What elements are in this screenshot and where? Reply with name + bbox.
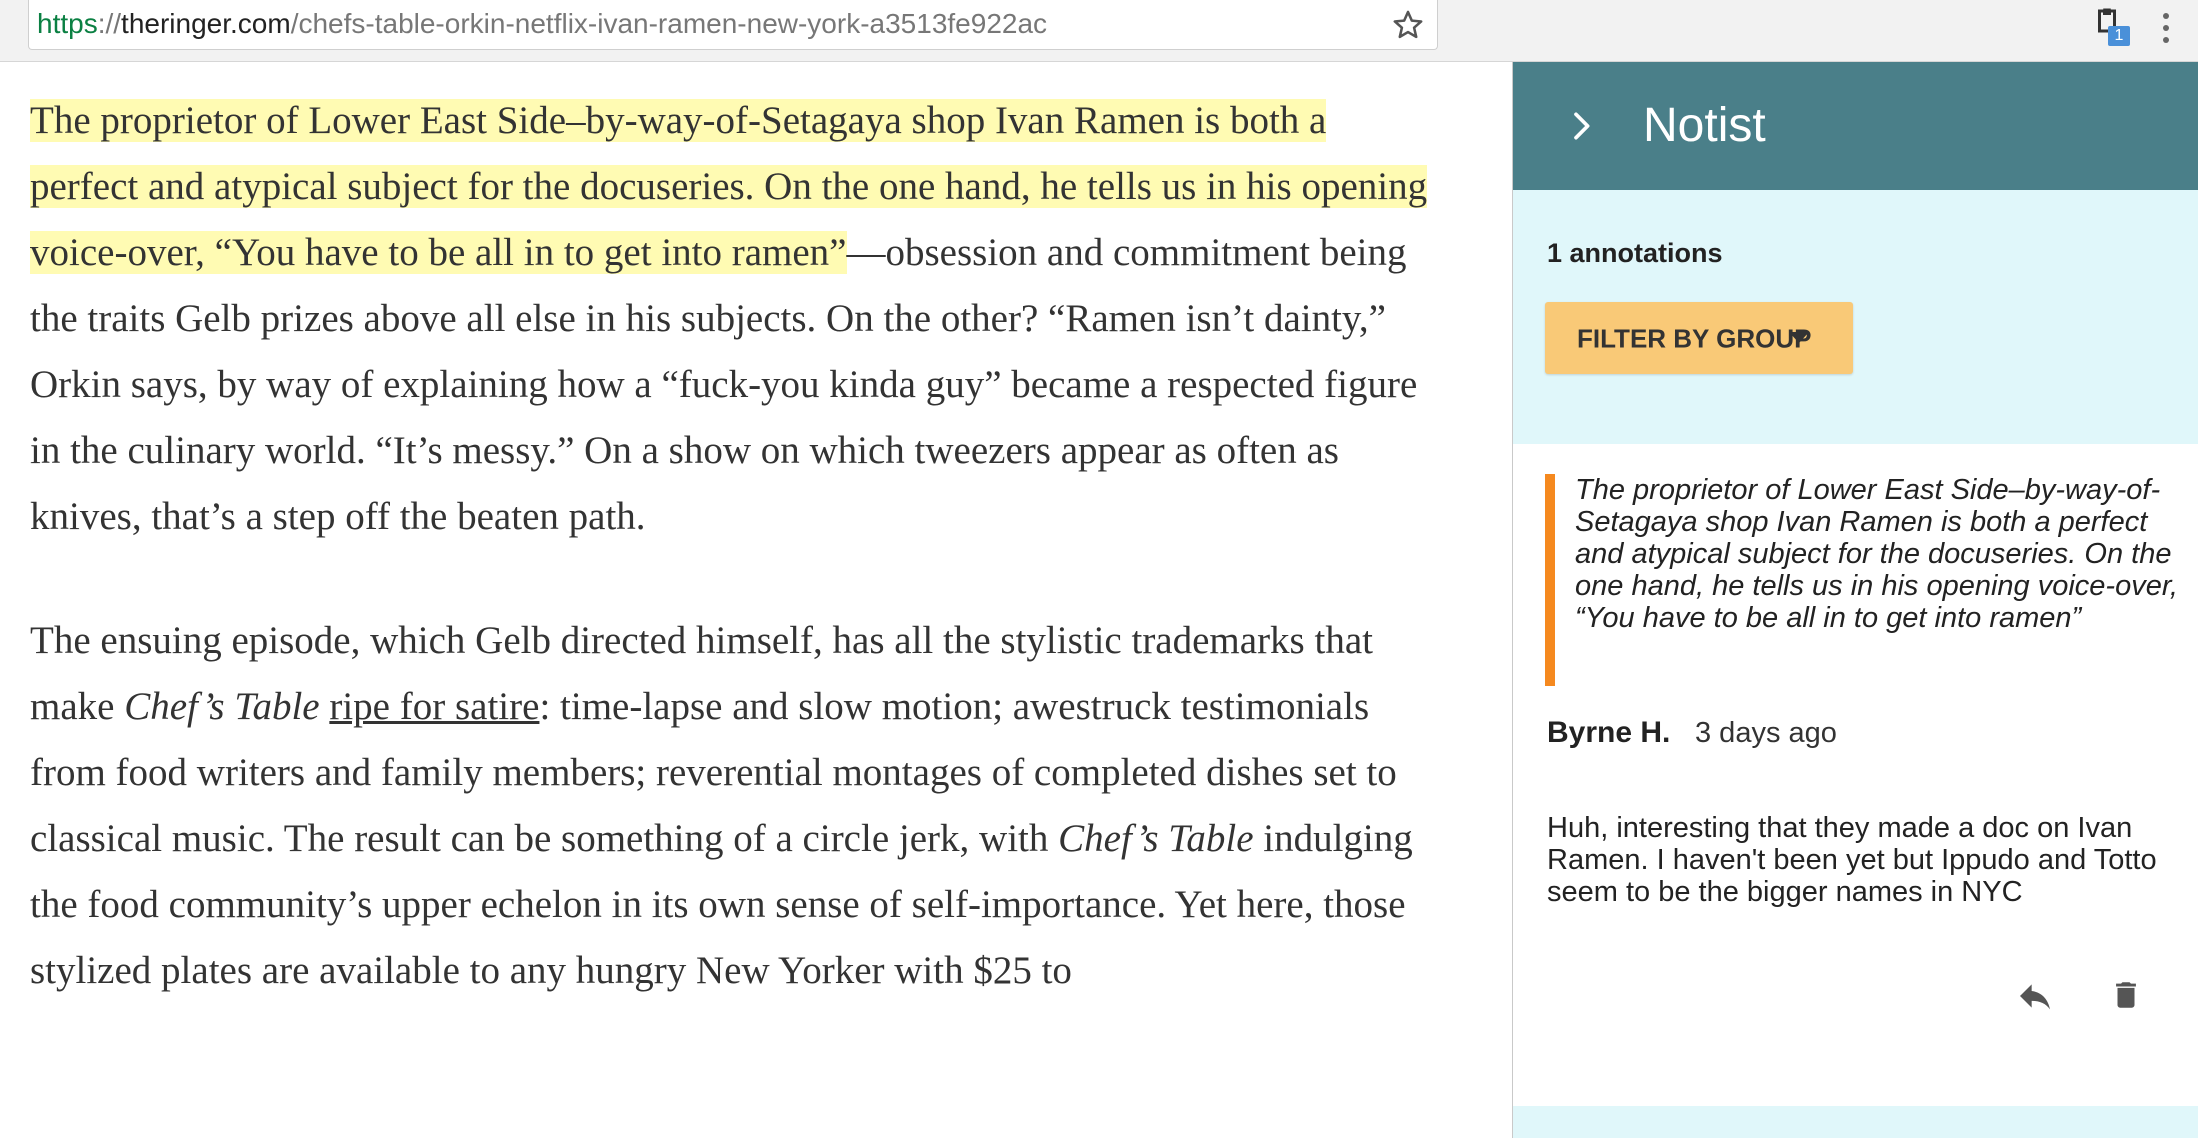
annotation-count: 1 annotations [1547, 238, 1723, 268]
paragraph-text: —obsession and commitment being the trai… [30, 231, 1418, 538]
annotation-author: Byrne H. [1547, 716, 1671, 749]
url-scheme: https [37, 8, 98, 39]
show-title: Chef’s Table [124, 685, 320, 728]
url-separator: :// [97, 8, 122, 39]
caret-down-icon [1789, 332, 1809, 343]
filter-by-group-button[interactable]: FILTER BY GROUP [1545, 302, 1853, 374]
article-paragraph: The proprietor of Lower East Side–by-way… [30, 88, 1430, 550]
annotation-comment: Huh, interesting that they made a doc on… [1547, 812, 2157, 908]
sidebar-header: Notist [1513, 62, 2198, 190]
browser-toolbar: https://theringer.com/chefs-table-orkin-… [0, 0, 2198, 62]
star-icon[interactable] [1391, 8, 1425, 42]
chevron-right-icon[interactable] [1561, 106, 1601, 146]
article-paragraph: The ensuing episode, which Gelb directed… [30, 608, 1430, 1004]
filter-label: FILTER BY GROUP [1577, 323, 1812, 354]
article-link[interactable]: ripe for satire [329, 685, 539, 728]
show-title: Chef’s Table [1058, 817, 1254, 860]
quote-bar [1545, 474, 1555, 686]
url-path: /chefs-table-orkin-netflix-ivan-ramen-ne… [290, 8, 1048, 39]
trash-icon[interactable] [2109, 974, 2143, 1016]
annotation-quote: The proprietor of Lower East Side–by-way… [1575, 474, 2178, 634]
address-bar[interactable]: https://theringer.com/chefs-table-orkin-… [28, 0, 1438, 50]
notist-sidebar: Notist 1 annotations FILTER BY GROUP The… [1512, 62, 2198, 1138]
paragraph-text [320, 685, 330, 728]
article-body: The proprietor of Lower East Side–by-way… [30, 62, 1430, 1004]
annotation-card[interactable]: The proprietor of Lower East Side–by-way… [1513, 444, 2198, 1106]
menu-icon[interactable] [2156, 8, 2176, 48]
extension-badge: 1 [2108, 26, 2130, 46]
sidebar-title: Notist [1643, 99, 1766, 152]
reply-icon[interactable] [2013, 976, 2057, 1016]
annotation-timestamp: 3 days ago [1695, 717, 1837, 749]
extension-icon[interactable]: 1 [2092, 6, 2132, 48]
url-host: theringer.com [121, 8, 291, 39]
